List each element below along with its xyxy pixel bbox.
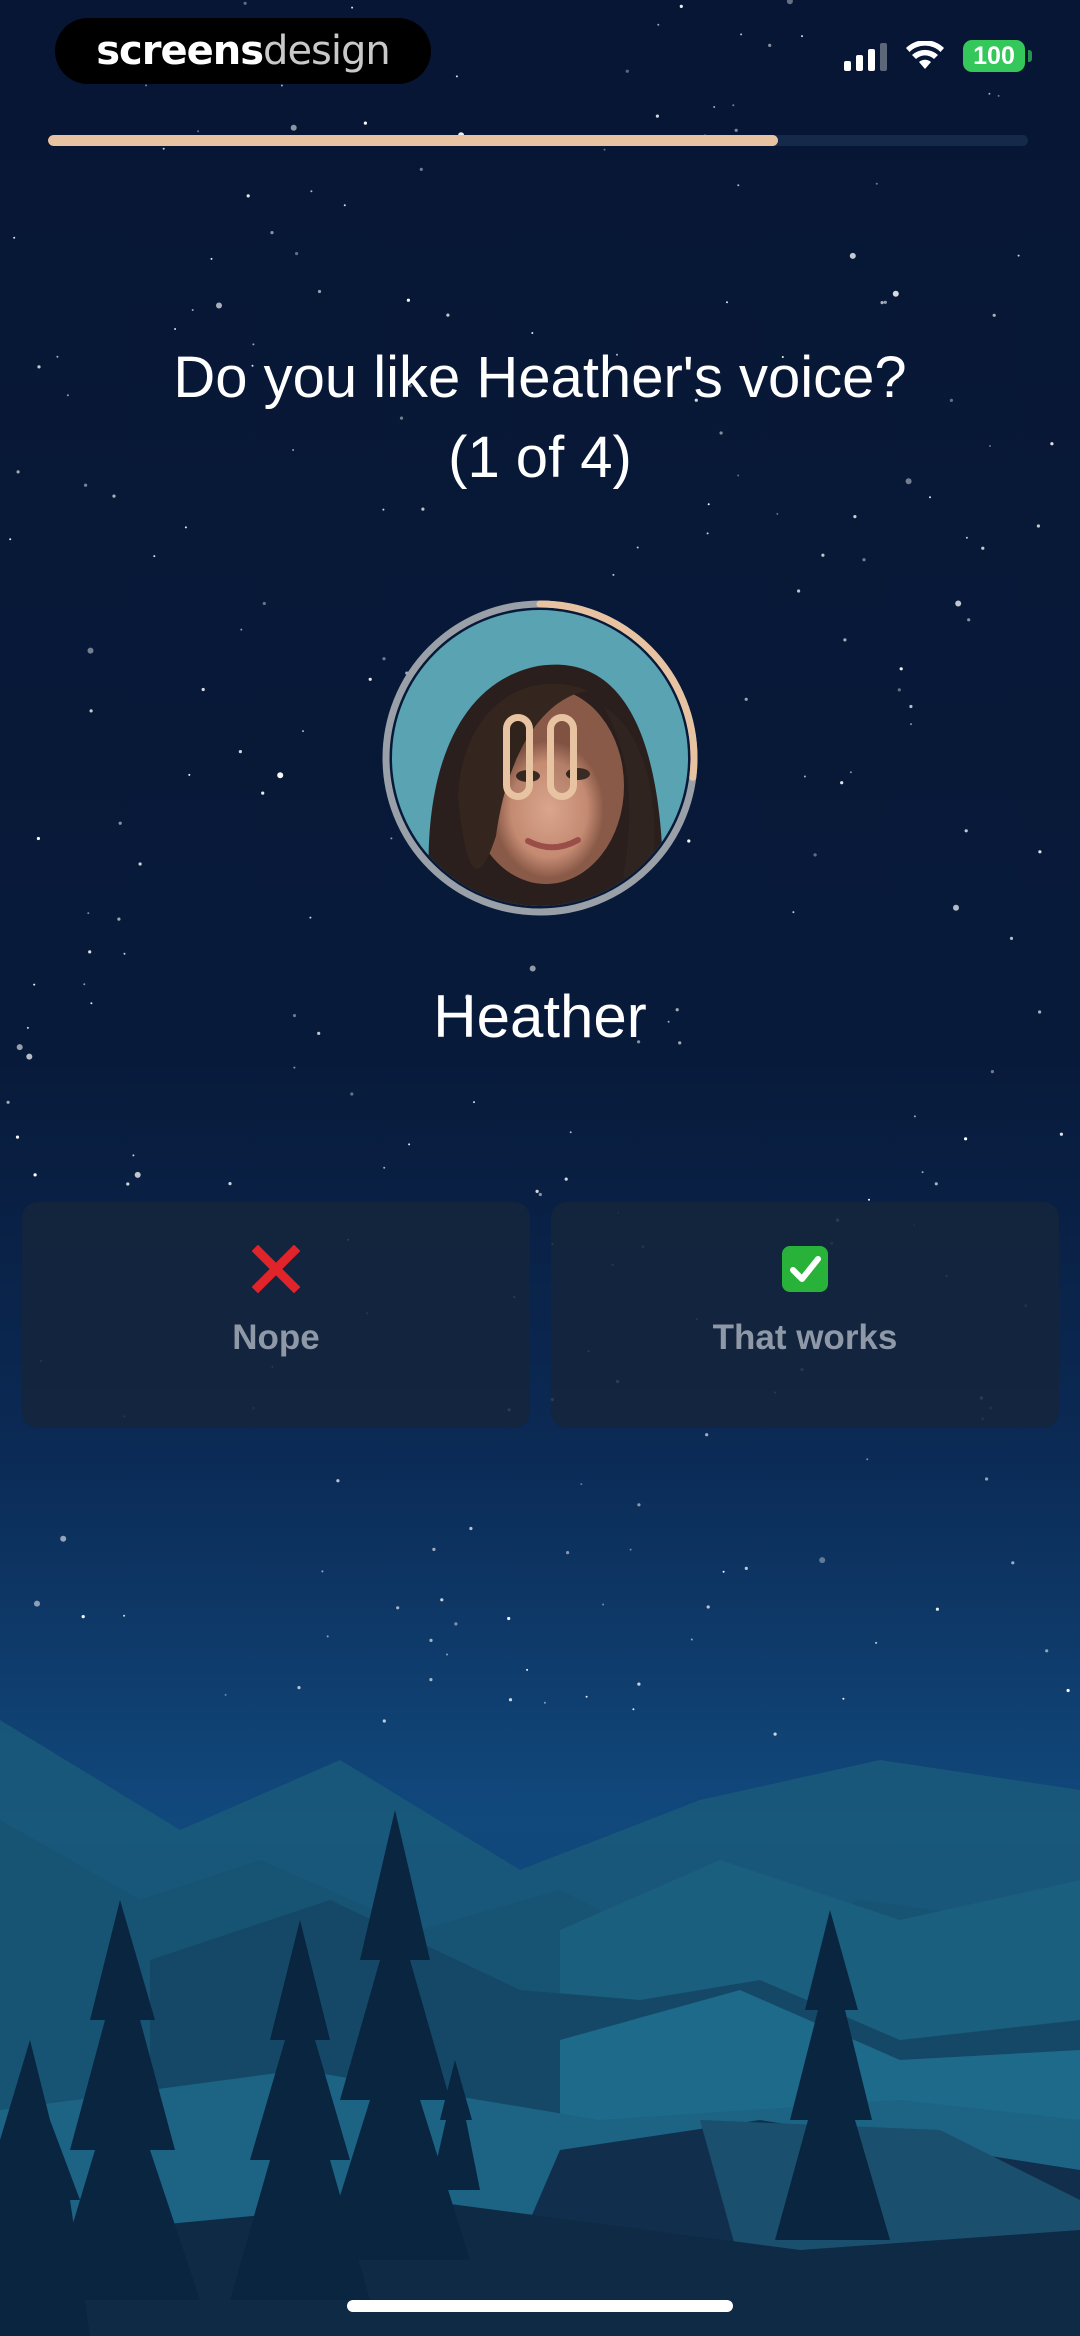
that-works-label: That works <box>712 1318 898 1357</box>
logo-text-light: design <box>263 28 391 74</box>
question-line-1: Do you like Heather's voice? <box>173 345 907 410</box>
logo-text-bold: screens <box>96 28 264 74</box>
screensdesign-logo: screens design <box>55 18 431 84</box>
pause-icon[interactable] <box>498 714 582 800</box>
onboarding-progress-bar <box>48 135 1028 146</box>
cellular-signal-icon <box>844 41 887 71</box>
status-indicators: 100 <box>844 40 1032 72</box>
cross-mark-icon <box>251 1244 301 1294</box>
progress-fill <box>48 135 779 146</box>
check-mark-icon <box>780 1244 830 1294</box>
nope-label: Nope <box>232 1318 320 1357</box>
nope-button[interactable]: Nope <box>22 1202 530 1428</box>
question-counter: (1 of 4) <box>448 425 632 490</box>
voice-name: Heather <box>433 983 647 1050</box>
battery-level: 100 <box>973 41 1015 70</box>
battery-icon: 100 <box>963 40 1032 72</box>
home-indicator[interactable] <box>347 2300 733 2312</box>
that-works-button[interactable]: That works <box>551 1202 1059 1428</box>
wifi-icon <box>906 41 944 69</box>
question-title: Do you like Heather's voice? (1 of 4) <box>0 338 1080 498</box>
voice-sample-player[interactable] <box>378 596 702 920</box>
